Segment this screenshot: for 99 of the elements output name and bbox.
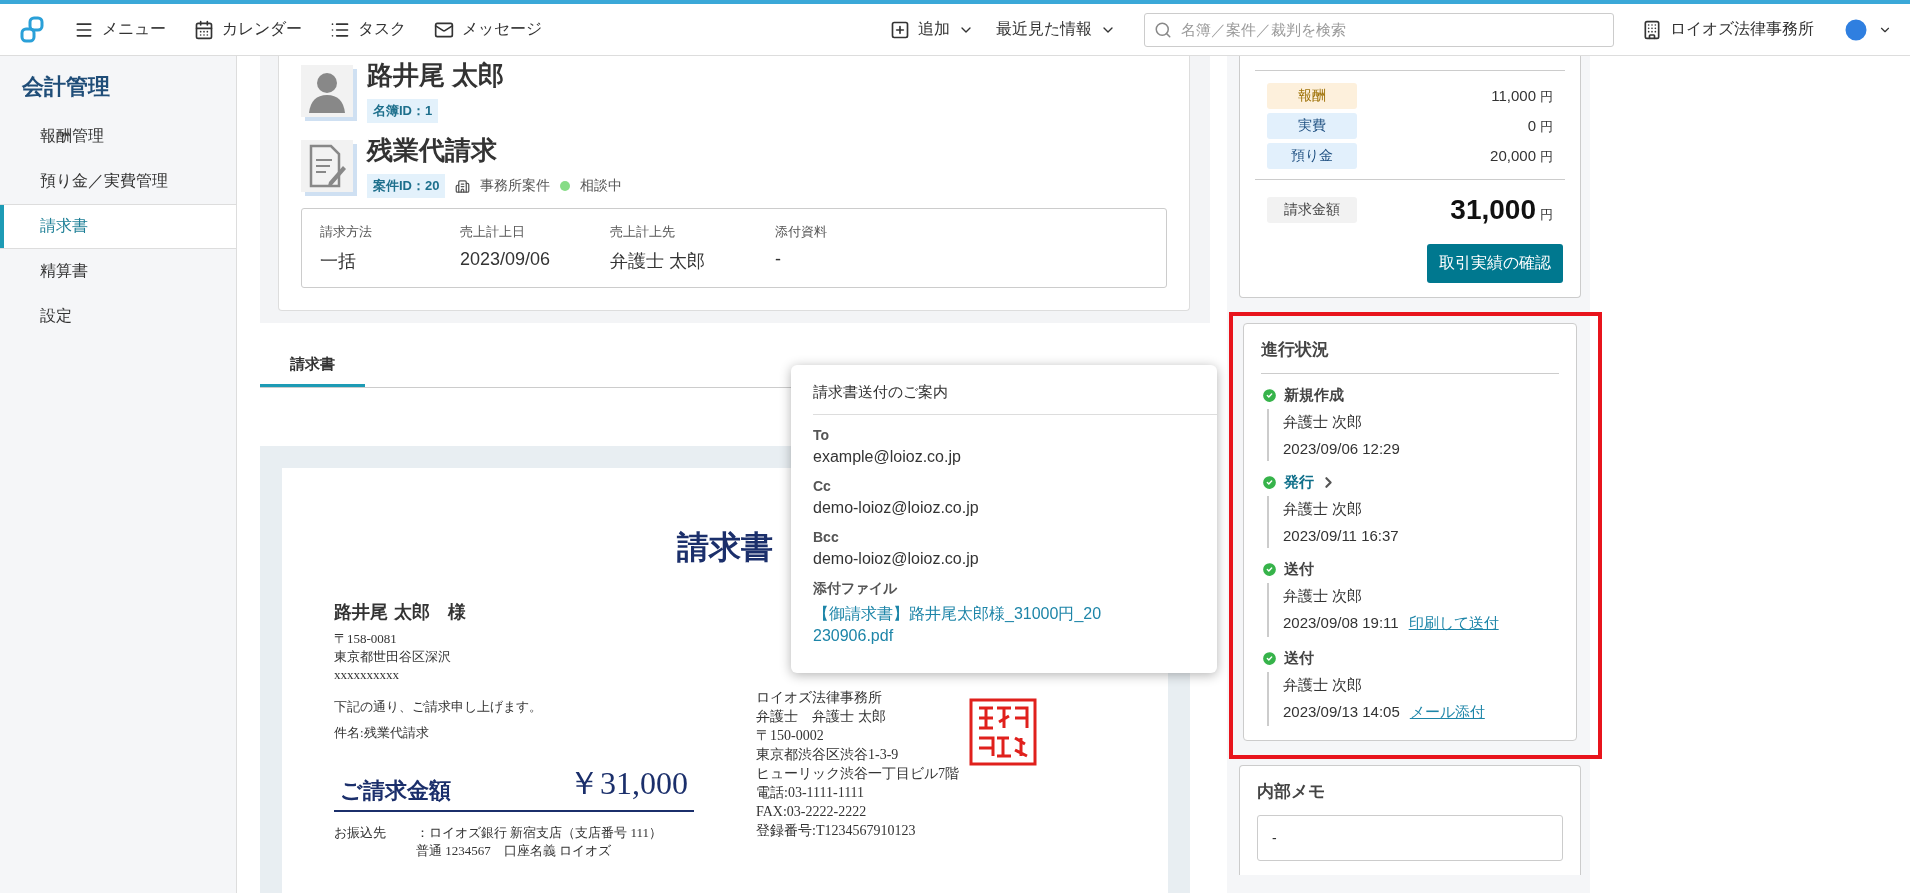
plus-icon: [890, 19, 910, 40]
step-time: 2023/09/13 14:05: [1283, 703, 1400, 722]
nav-link[interactable]: カレンダー: [194, 19, 302, 40]
sidebar-item[interactable]: 報酬管理: [0, 114, 236, 159]
step-person: 弁護士 次郎: [1283, 676, 1364, 695]
bank-label: お振込先: [334, 824, 386, 842]
building-icon: [1642, 19, 1662, 40]
info-label: 売上計上日: [460, 223, 526, 241]
step-action-link[interactable]: 印刷して送付: [1408, 614, 1499, 633]
step-time: 2023/09/11 16:37: [1283, 527, 1399, 544]
step-person: 弁護士 次郎: [1283, 413, 1364, 432]
office-link[interactable]: ロイオズ法律事務所: [1642, 19, 1814, 40]
yen-unit: 円: [1540, 88, 1553, 104]
email-label: Cc: [813, 478, 832, 494]
step-person: 弁護士 次郎: [1283, 500, 1364, 519]
calendar-icon: [194, 19, 214, 40]
address-line: 東京都世田谷区深沢: [334, 648, 452, 666]
building-icon: [455, 178, 471, 194]
sidebar-item[interactable]: 請求書: [0, 204, 236, 249]
case-status: 相談中: [580, 177, 623, 195]
invoice-subject: 件名:残業代請求: [334, 724, 430, 742]
add-menu[interactable]: 追加: [890, 19, 974, 40]
step-title: 送付: [1284, 560, 1314, 579]
email-address: demo-loioz@loioz.co.jp: [813, 499, 980, 517]
step-person: 弁護士 次郎: [1283, 587, 1364, 606]
step-title: 新規作成: [1284, 386, 1344, 405]
check-icon: [1261, 650, 1278, 667]
tab[interactable]: 請求書: [260, 347, 365, 387]
issuer-line: 登録番号:T1234567910123: [756, 822, 917, 840]
issuer-line: 弁護士 弁護士 太郎: [756, 708, 887, 726]
info-value: 一括: [320, 250, 357, 273]
sidebar-item[interactable]: 精算書: [0, 249, 236, 294]
check-icon: [1261, 474, 1278, 491]
info-label: 添付資料: [775, 223, 828, 241]
app-logo[interactable]: [18, 15, 46, 44]
amount-category-tag: 実費: [1267, 113, 1357, 139]
info-label: 請求方法: [320, 223, 373, 241]
sidebar-item[interactable]: 預り金／実費管理: [0, 159, 236, 204]
search-icon: [1154, 20, 1172, 39]
case-type: 事務所案件: [480, 177, 551, 195]
case-title: 残業代請求: [367, 134, 498, 167]
transaction-history-button[interactable]: 取引実績の確認: [1427, 244, 1563, 283]
step-time: 2023/09/06 12:29: [1283, 440, 1400, 457]
search-field[interactable]: 名簿／案件／裁判を検索: [1144, 12, 1614, 47]
address-line: 〒158-0081: [334, 630, 398, 648]
sidebar-title: 会計管理: [21, 73, 111, 101]
issuer-line: 〒150-0002: [756, 727, 825, 745]
step-action-link[interactable]: メール添付: [1409, 703, 1485, 722]
email-label: To: [813, 427, 831, 443]
client-id-tag: 名簿ID：1: [367, 99, 439, 123]
seal-stamp-drawing: [969, 698, 1037, 766]
info-label: 売上計上先: [610, 223, 676, 241]
recent-menu[interactable]: 最近見た情報: [996, 19, 1116, 40]
total-amount: 31,000: [1450, 194, 1536, 225]
amount-text: 11,000: [1491, 86, 1536, 104]
amount-text: 0: [1527, 116, 1536, 134]
email-label: Bcc: [813, 529, 840, 545]
sidebar-item[interactable]: 設定: [0, 294, 236, 339]
nav-link[interactable]: タスク: [330, 19, 406, 40]
nav-link[interactable]: メッセージ: [434, 19, 542, 40]
amount-category-tag: 報酬: [1267, 83, 1357, 109]
nav-link[interactable]: メニュー: [74, 19, 166, 40]
yen-unit: 円: [1540, 118, 1553, 134]
memo-title: 内部メモ: [1257, 781, 1326, 803]
client-name: 路井尾 太郎: [367, 59, 505, 92]
memo-field[interactable]: -: [1257, 815, 1563, 861]
bank-line: ：ロイオズ銀行 新宿支店（支店番号 111）: [416, 824, 663, 842]
attachment-link[interactable]: 【御請求書】路井尾太郎様_31000円_20230906.pdf: [813, 603, 1103, 647]
invoice-title: 請求書: [677, 527, 773, 568]
issuer-line: ロイオズ法律事務所: [756, 689, 883, 707]
info-value: 弁護士 太郎: [610, 250, 706, 273]
issuer-line: 東京都渋谷区渋谷1-3-9: [756, 746, 900, 764]
step-title[interactable]: 発行: [1284, 473, 1314, 492]
total-label: 請求金額: [1267, 197, 1357, 223]
address-line: xxxxxxxxxx: [334, 666, 400, 684]
issuer-line: FAX:03-2222-2222: [756, 803, 868, 821]
check-icon: [1261, 387, 1278, 404]
progress-title: 進行状況: [1261, 338, 1559, 374]
attachment-label: 添付ファイル: [813, 580, 898, 598]
yen-unit: 円: [1540, 148, 1553, 164]
case-id-tag: 案件ID：20: [367, 174, 446, 198]
amount-value: ￥31,000: [568, 764, 688, 803]
email-address: example@loioz.co.jp: [813, 448, 962, 466]
check-icon: [1261, 561, 1278, 578]
issuer-line: ヒューリック渋谷一丁目ビル7階: [756, 765, 959, 783]
yen-unit: 円: [1540, 207, 1553, 222]
recipient-name: 路井尾 太郎 様: [334, 600, 468, 624]
invoice-intro: 下記の通り、ご請求申し上げます。: [334, 698, 543, 716]
issuer-line: 電話:03-1111-1111: [756, 784, 866, 802]
info-value: -: [775, 249, 782, 270]
step-title: 送付: [1284, 649, 1314, 668]
amount-text: 20,000: [1490, 146, 1536, 164]
amount-category-tag: 預り金: [1267, 143, 1357, 169]
info-value: 2023/09/06: [460, 249, 552, 270]
email-address: demo-loioz@loioz.co.jp: [813, 550, 980, 568]
popup-title: 請求書送付のご案内: [813, 377, 1217, 415]
bank-line: 普通 1234567 口座名義 ロイオズ: [416, 842, 612, 860]
step-time: 2023/09/08 19:11: [1283, 614, 1399, 633]
amount-label: ご請求金額: [340, 777, 451, 805]
